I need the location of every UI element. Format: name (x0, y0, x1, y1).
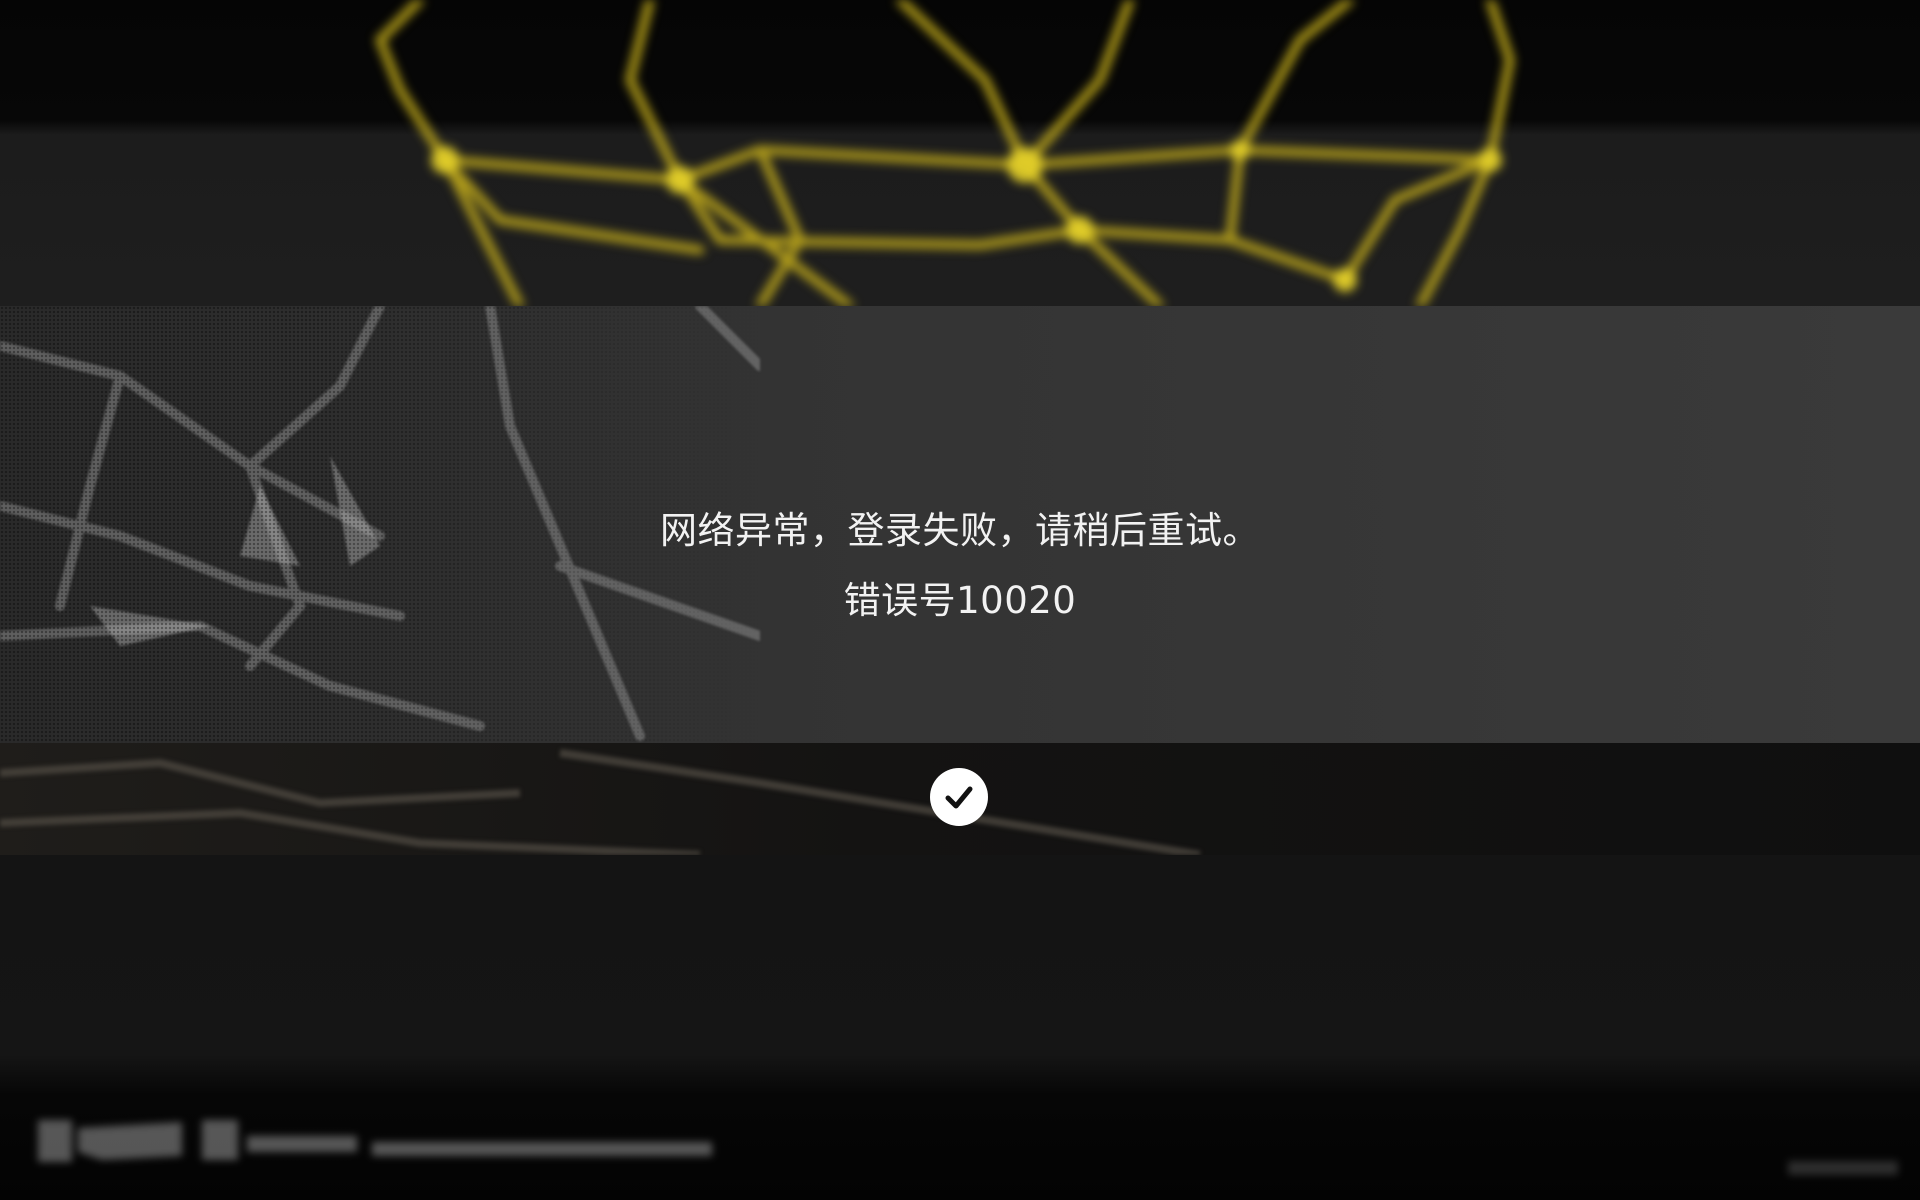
confirm-bar-background-art (0, 749, 1201, 855)
game-screen: 网络异常，登录失败，请稍后重试。 错误号10020 (0, 0, 1920, 1200)
error-message-text: 网络异常，登录失败，请稍后重试。 (660, 509, 1260, 552)
version-label (1788, 1161, 1898, 1175)
checkmark-icon (945, 786, 973, 809)
background-wireframe-art (0, 0, 1920, 306)
confirm-bar (0, 743, 1920, 855)
error-message: 网络异常，登录失败，请稍后重试。 错误号10020 (0, 496, 1920, 636)
error-code-text: 错误号10020 (843, 579, 1077, 622)
error-dialog: 网络异常，登录失败，请稍后重试。 错误号10020 (0, 306, 1920, 743)
footer-logo (38, 1120, 712, 1162)
confirm-button[interactable] (930, 768, 988, 826)
